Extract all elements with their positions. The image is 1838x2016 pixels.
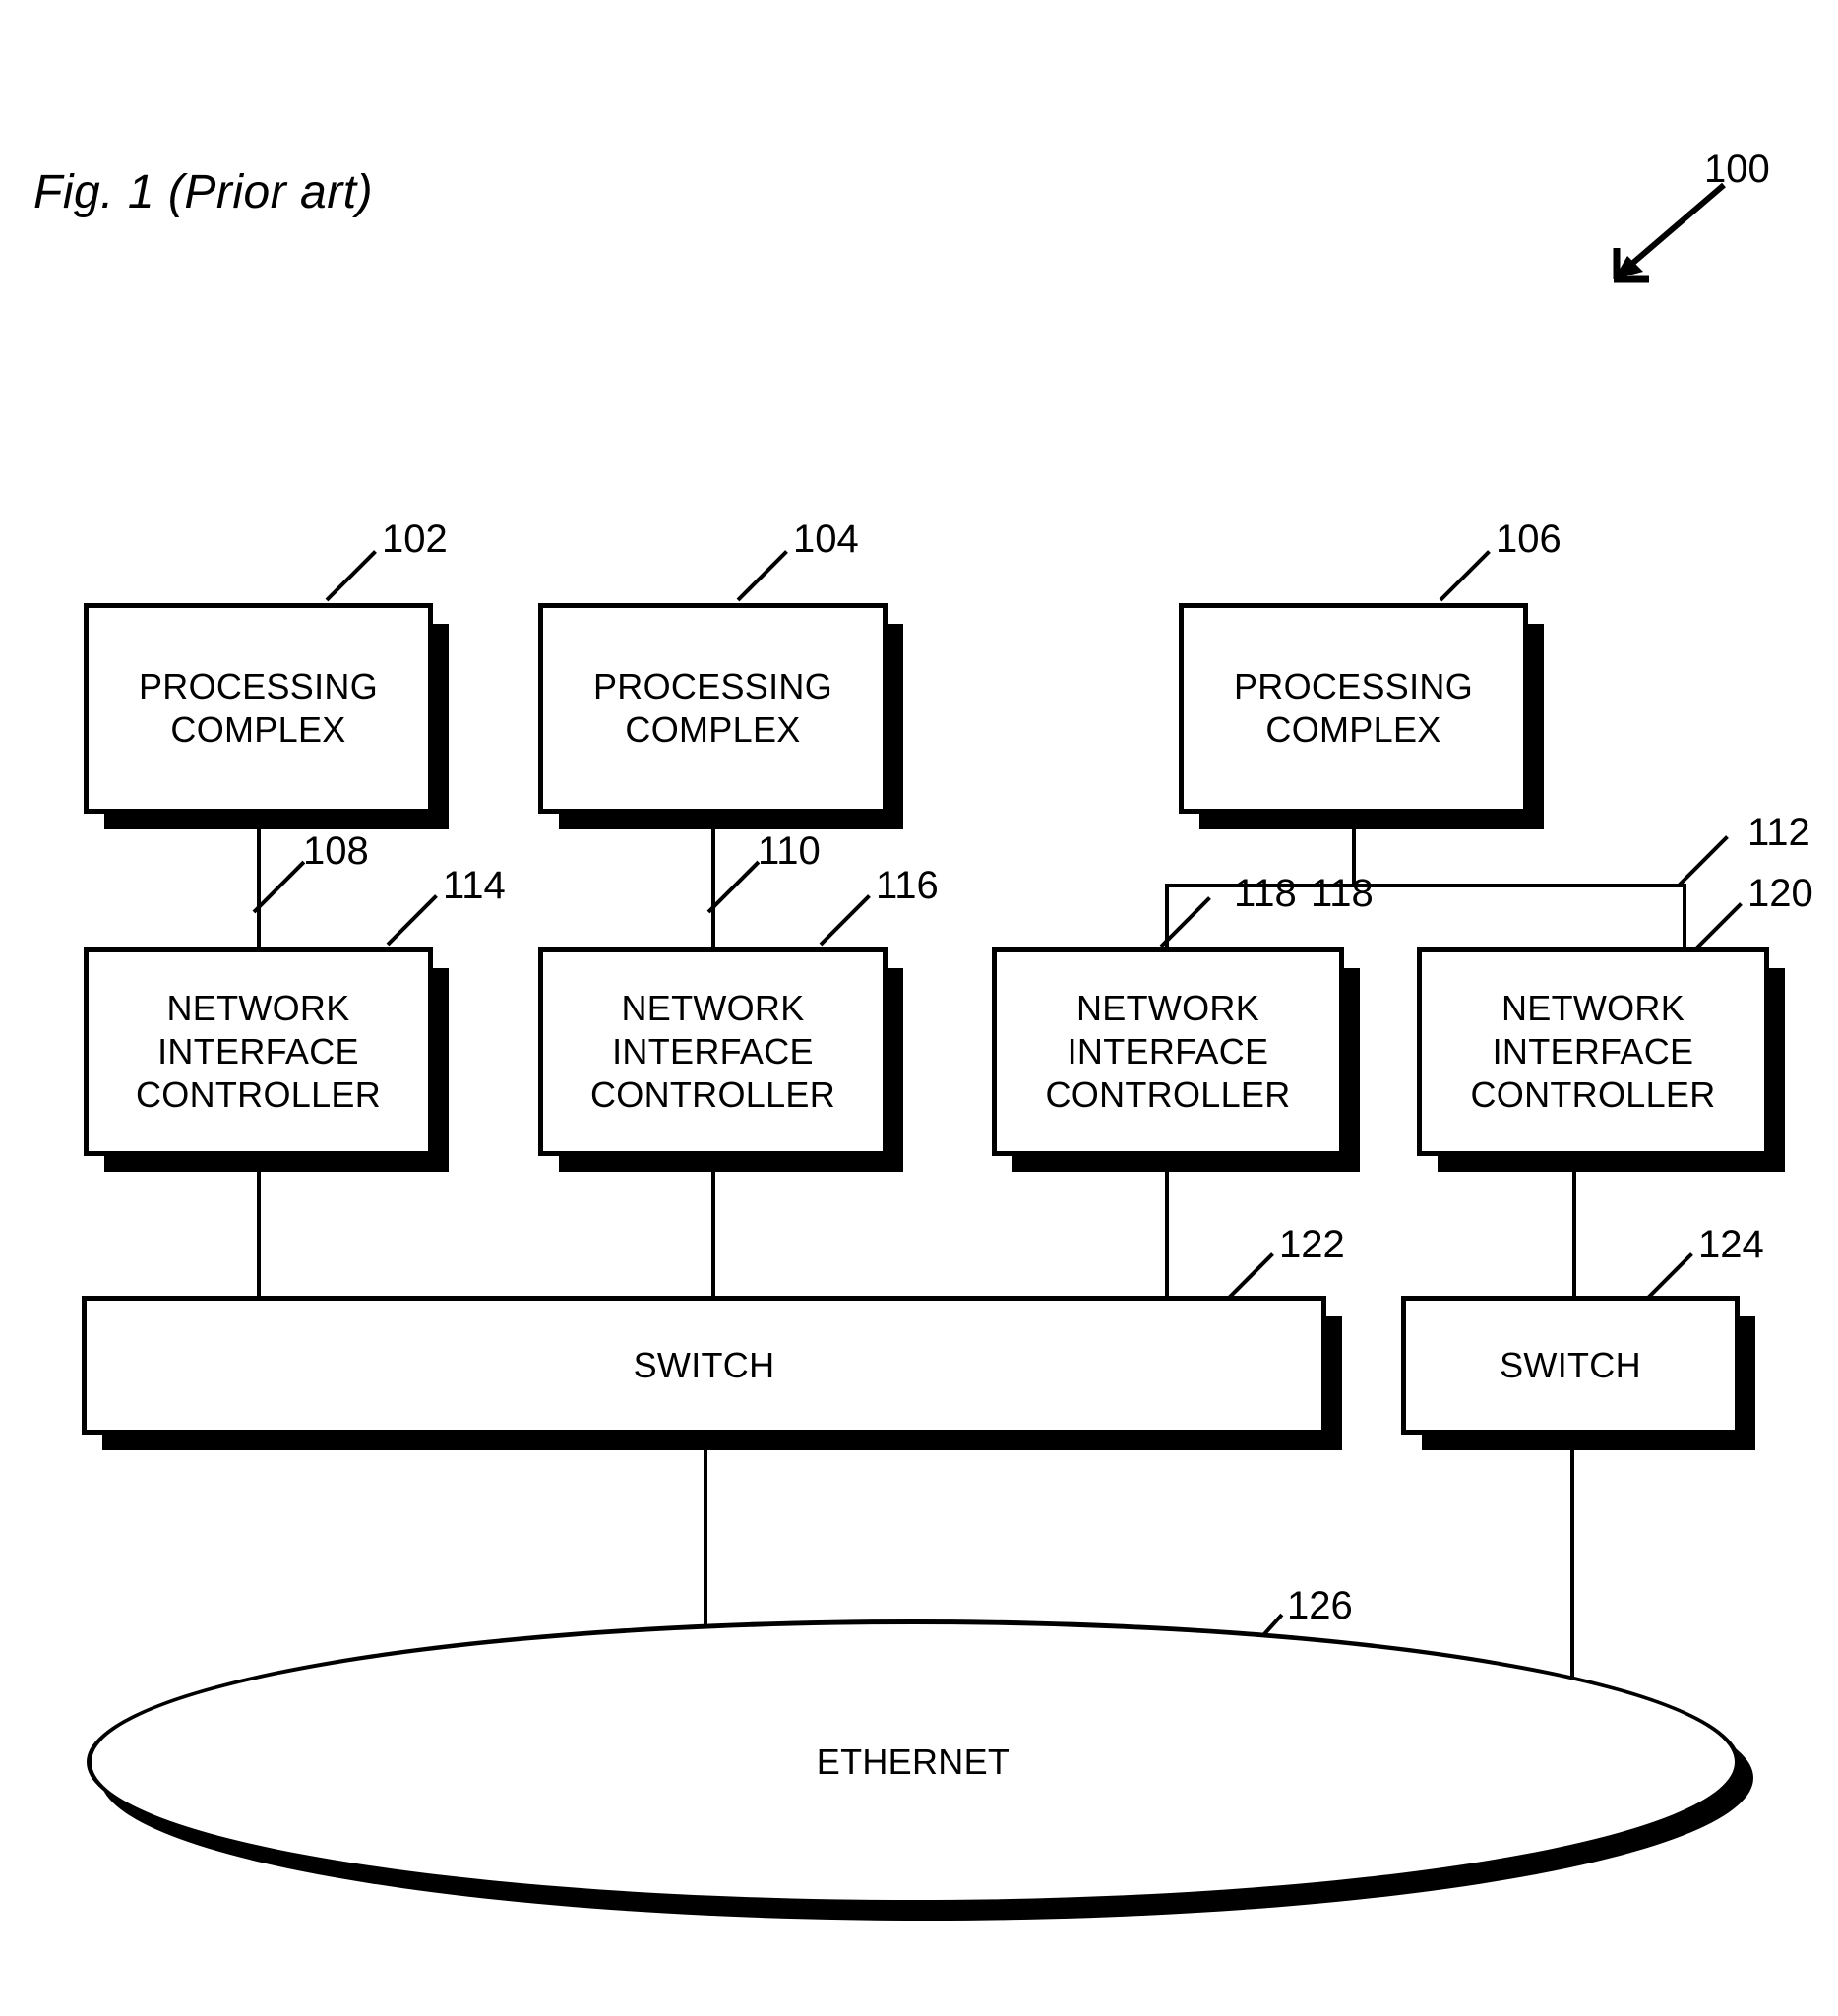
network-interface-controller-116[interactable]: NETWORK INTERFACE CONTROLLER: [538, 947, 903, 1172]
ethernet-network-126[interactable]: ETHERNET: [87, 1619, 1753, 1921]
figure-title: Fig. 1 (Prior art): [33, 166, 374, 218]
switch-122-label: SWITCH: [633, 1344, 775, 1385]
ref-numeral-112: 112: [1747, 811, 1810, 854]
ref-numeral-120: 120: [1747, 872, 1813, 915]
ref-numeral-102: 102: [382, 518, 448, 561]
box-shadow-bottom: [559, 1156, 903, 1172]
leader-line-116: [819, 894, 871, 947]
box-shadow-right: [888, 624, 903, 829]
ref-numeral-110: 110: [758, 829, 821, 873]
nic114-to-switch122-line: [257, 1156, 261, 1300]
network-interface-controller-114[interactable]: NETWORK INTERFACE CONTROLLER: [84, 947, 449, 1172]
processing-complex-106-label: PROCESSING COMPLEX: [1233, 666, 1474, 750]
box-shadow-bottom: [1422, 1435, 1755, 1450]
switch-124[interactable]: SWITCH: [1401, 1296, 1755, 1450]
box-shadow-right: [433, 624, 449, 829]
network-interface-controller-120[interactable]: NETWORK INTERFACE CONTROLLER: [1417, 947, 1785, 1172]
leader-line-106: [1439, 550, 1491, 602]
box-shadow-right: [1344, 968, 1360, 1172]
box-shadow-bottom: [1438, 1156, 1785, 1172]
ethernet-label: ETHERNET: [816, 1741, 1011, 1782]
box-shadow-right: [1326, 1316, 1342, 1450]
box-shadow-bottom: [104, 814, 449, 829]
leader-line-102: [325, 550, 377, 602]
box-shadow-bottom: [1199, 814, 1544, 829]
box-shadow-right: [888, 968, 903, 1172]
nic-120-label: NETWORK INTERFACE CONTROLLER: [1470, 988, 1716, 1115]
processing-complex-104[interactable]: PROCESSING COMPLEX: [538, 603, 903, 829]
box-shadow-right: [433, 968, 449, 1172]
processing-complex-102[interactable]: PROCESSING COMPLEX: [84, 603, 449, 829]
ref-numeral-106: 106: [1496, 518, 1562, 561]
switch-124-label: SWITCH: [1500, 1344, 1641, 1385]
box-shadow-right: [1769, 968, 1785, 1172]
switch122-to-ethernet-line: [704, 1435, 707, 1631]
system-leader-arrow: [1613, 182, 1726, 283]
ref-numeral-114: 114: [443, 864, 506, 907]
leader-line-120: [1690, 902, 1743, 954]
nic-116-label: NETWORK INTERFACE CONTROLLER: [589, 988, 836, 1115]
leader-line-114: [386, 894, 438, 947]
link-112-line: [1683, 884, 1686, 951]
ref-numeral-118: 118: [1311, 872, 1374, 915]
pc106-branch-bus: [1165, 884, 1686, 887]
box-shadow-bottom: [1012, 1156, 1360, 1172]
nic118-to-switch122-line: [1165, 1156, 1169, 1300]
box-shadow-right: [1740, 1316, 1755, 1450]
nic-118-label: NETWORK INTERFACE CONTROLLER: [1045, 988, 1291, 1115]
nic-114-label: NETWORK INTERFACE CONTROLLER: [135, 988, 382, 1115]
ref-numeral-104: 104: [793, 518, 859, 561]
processing-complex-102-label: PROCESSING COMPLEX: [138, 666, 379, 750]
network-interface-controller-118[interactable]: NETWORK INTERFACE CONTROLLER: [992, 947, 1360, 1172]
box-shadow-right: [1528, 624, 1544, 829]
ref-numeral-122: 122: [1279, 1223, 1345, 1266]
box-shadow-bottom: [559, 814, 903, 829]
link-110-line: [711, 814, 715, 951]
processing-complex-104-label: PROCESSING COMPLEX: [592, 666, 833, 750]
patent-figure: Fig. 1 (Prior art) 100 102 104 106 PROCE…: [0, 0, 1838, 2016]
box-shadow-bottom: [104, 1156, 449, 1172]
box-shadow-bottom: [102, 1435, 1342, 1450]
switch-122[interactable]: SWITCH: [82, 1296, 1342, 1450]
ref-numeral-118-link: 118: [1234, 872, 1297, 915]
link-118-line: [1165, 884, 1169, 951]
nic116-to-switch122-line: [711, 1156, 715, 1300]
ref-numeral-124: 124: [1698, 1223, 1764, 1266]
ref-numeral-108: 108: [303, 829, 369, 873]
processing-complex-106[interactable]: PROCESSING COMPLEX: [1179, 603, 1544, 829]
link-108-line: [257, 814, 261, 951]
nic120-to-switch124-line: [1572, 1156, 1576, 1300]
leader-line-104: [736, 550, 788, 602]
leader-line-112: [1677, 835, 1729, 887]
ref-numeral-116: 116: [876, 864, 939, 907]
